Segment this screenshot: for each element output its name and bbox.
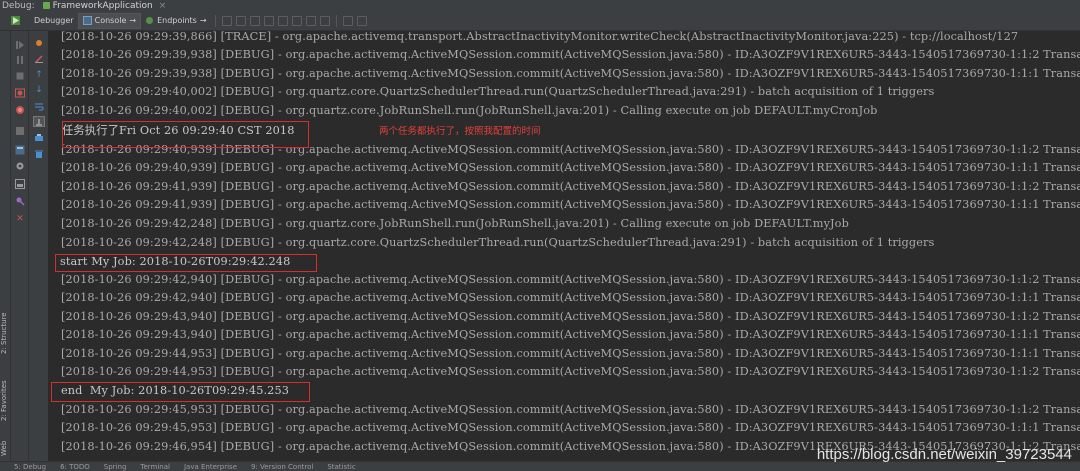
pin-tab-icon[interactable] — [14, 195, 26, 206]
title-bar: Debug: FrameworkApplication × — [0, 0, 1080, 11]
show-execution-point-icon[interactable] — [221, 15, 232, 26]
tab-endpoints-label: Endpoints — [157, 16, 197, 25]
soft-wrap-icon[interactable] — [33, 101, 45, 112]
bottom-tab-statistic[interactable]: Statistic — [327, 463, 355, 471]
log-line: [2018-10-26 09:29:43,940] [DEBUG] - org.… — [61, 310, 1080, 323]
settings-icon[interactable] — [14, 160, 26, 171]
mute-breakpoints-icon[interactable] — [14, 104, 26, 115]
bottom-tab-spring[interactable]: Spring — [104, 463, 127, 471]
log-line: [2018-10-26 09:29:40,002] [DEBUG] - org.… — [61, 85, 935, 98]
log-line: [2018-10-26 09:29:39,938] [DEBUG] - org.… — [61, 67, 1080, 80]
threads-icon[interactable] — [356, 15, 367, 26]
highlight-box-job-start — [55, 254, 317, 272]
log-line: [2018-10-26 09:29:45,953] [DEBUG] - org.… — [61, 403, 1080, 416]
trash-icon[interactable] — [33, 148, 45, 159]
run-to-cursor-icon[interactable] — [305, 15, 316, 26]
log-line: [2018-10-26 09:29:40,939] [DEBUG] - org.… — [61, 161, 1080, 174]
debug-label: Debug: — [2, 0, 35, 11]
tab-debugger[interactable]: Debugger — [30, 13, 78, 29]
close-tab-icon[interactable]: × — [159, 1, 167, 11]
get-thread-dump-icon[interactable] — [14, 125, 26, 136]
run-config-tab[interactable]: FrameworkApplication × — [42, 0, 167, 11]
highlight-box-cron-job — [62, 121, 309, 148]
log-line: [2018-10-26 09:29:42,940] [DEBUG] - org.… — [61, 291, 1080, 304]
console-icon — [82, 16, 92, 25]
debug-tool-tabs: Debugger Console → Endpoints → — [0, 11, 1080, 31]
print-icon[interactable] — [33, 132, 45, 143]
console-output[interactable]: [2018-10-26 09:29:39,866] [TRACE] - org.… — [49, 31, 1080, 461]
log-line: [2018-10-26 09:29:45,953] [DEBUG] - org.… — [61, 421, 1080, 434]
step-over-icon[interactable] — [235, 15, 246, 26]
tab-console-label: Console — [94, 16, 127, 25]
clear-edit-icon[interactable] — [33, 53, 45, 64]
frames-icon[interactable] — [342, 15, 353, 26]
debug-toolbar: ✕ — [11, 31, 29, 471]
highlight-box-job-end — [51, 382, 310, 402]
restart-icon[interactable] — [0, 15, 30, 26]
tab-debugger-label: Debugger — [34, 16, 74, 25]
bottom-tab-version-control[interactable]: 9: Version Control — [251, 463, 313, 471]
log-line: [2018-10-26 09:29:43,940] [DEBUG] - org.… — [61, 328, 1080, 341]
endpoints-icon — [145, 16, 154, 25]
tab-endpoints-arrow: → — [199, 16, 207, 25]
log-line: [2018-10-26 09:29:44,953] [DEBUG] - org.… — [61, 365, 1080, 378]
log-line: [2018-10-26 09:29:42,248] [DEBUG] - org.… — [61, 236, 935, 249]
log-line: [2018-10-26 09:29:41,939] [DEBUG] - org.… — [61, 198, 1080, 211]
bottom-tab-todo[interactable]: 6: TODO — [60, 463, 90, 471]
down-arrow-icon[interactable]: ↓ — [33, 85, 45, 96]
console-toolbar: ↑ ↓ — [29, 31, 49, 471]
favorites-side-tab[interactable]: 2: Favorites — [0, 371, 11, 431]
log-line: [2018-10-26 09:29:39,938] [DEBUG] - org.… — [61, 48, 1080, 61]
gutter-icon[interactable] — [33, 37, 45, 48]
bottom-tab-java-enterprise[interactable]: Java Enterprise — [184, 463, 237, 471]
log-line: [2018-10-26 09:29:41,939] [DEBUG] - org.… — [61, 180, 1080, 193]
bottom-tab-debug[interactable]: 5: Debug — [14, 463, 46, 471]
left-tool-strip: 2: Structure 2: Favorites Web — [0, 31, 11, 471]
toolbar-separator — [335, 14, 337, 27]
up-arrow-icon[interactable]: ↑ — [33, 70, 45, 81]
tab-console-arrow: → — [129, 16, 137, 25]
annotation-note: 两个任务都执行了，按照我配置的时间 — [379, 126, 541, 137]
stop-icon[interactable] — [14, 70, 26, 81]
close-session-icon[interactable]: ✕ — [14, 214, 26, 225]
evaluate-expression-icon[interactable] — [319, 15, 330, 26]
force-step-into-icon[interactable] — [263, 15, 274, 26]
resume-icon[interactable] — [14, 39, 26, 50]
app-icon — [42, 2, 50, 9]
restore-layout-icon[interactable] — [14, 144, 26, 155]
drop-frame-icon[interactable] — [291, 15, 302, 26]
toolbar-separator — [214, 14, 216, 27]
tab-console[interactable]: Console → — [77, 12, 142, 29]
view-breakpoints-icon[interactable] — [14, 87, 26, 98]
step-out-icon[interactable] — [277, 15, 288, 26]
step-into-icon[interactable] — [249, 15, 260, 26]
web-side-tab[interactable]: Web — [0, 433, 11, 463]
log-line: [2018-10-26 09:29:40,002] [DEBUG] - org.… — [61, 104, 878, 117]
bottom-tab-terminal[interactable]: Terminal — [140, 463, 170, 471]
tab-endpoints[interactable]: Endpoints → — [141, 13, 210, 29]
layout-icon[interactable] — [14, 178, 26, 189]
scroll-to-end-icon[interactable] — [33, 116, 45, 127]
log-line: [2018-10-26 09:29:39,866] [TRACE] - org.… — [61, 31, 1019, 43]
log-line: [2018-10-26 09:29:42,940] [DEBUG] - org.… — [61, 273, 1080, 286]
pause-icon[interactable] — [14, 54, 26, 65]
watermark: https://blog.csdn.net/weixin_39723544 — [816, 446, 1072, 463]
log-line: [2018-10-26 09:29:44,953] [DEBUG] - org.… — [61, 347, 1080, 360]
log-line: [2018-10-26 09:29:42,248] [DEBUG] - org.… — [61, 217, 849, 230]
structure-side-tab[interactable]: 2: Structure — [0, 303, 11, 363]
run-config-tab-label: FrameworkApplication — [52, 0, 153, 11]
